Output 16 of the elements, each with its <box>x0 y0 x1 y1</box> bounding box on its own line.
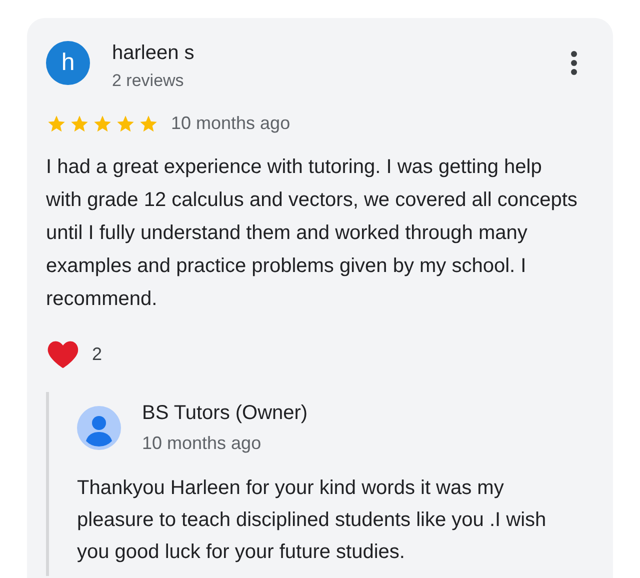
more-options-icon[interactable] <box>570 50 578 76</box>
author-name: harleen s <box>112 41 196 66</box>
owner-avatar-icon <box>77 406 121 450</box>
owner-name: BS Tutors (Owner) <box>142 401 308 426</box>
star-icon <box>115 114 136 134</box>
review-count: 2 reviews <box>112 70 185 92</box>
star-icon <box>138 114 159 134</box>
reaction-count: 2 <box>92 342 102 366</box>
star-icon <box>92 114 113 134</box>
star-icon <box>69 114 90 134</box>
reply-time: 10 months ago <box>142 432 262 455</box>
review-text: I had a great experience with tutoring. I was getting help with grade 12 calculus and vectors, we covered all concepts until I fully understand them and worked through many examples and practice problems given by my school. I recommend. <box>46 155 578 312</box>
review-time: 10 months ago <box>171 112 290 135</box>
star-icon <box>46 114 67 134</box>
reply-text: Thankyou Harleen for your kind words it was my pleasure to teach disciplined students like you .I wish you good luck for your future studies. <box>77 476 548 565</box>
avatar: h <box>46 41 90 85</box>
